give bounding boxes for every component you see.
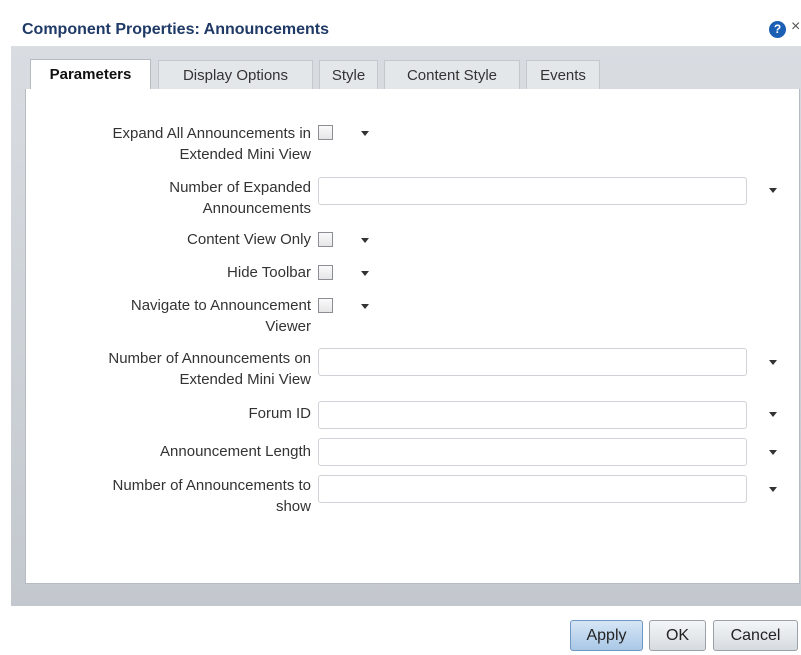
param-label-announcement-length: Announcement Length (160, 443, 311, 460)
param-label-number-expanded: Number of Expanded Announcements (169, 179, 311, 217)
number-on-mini-view-input[interactable] (318, 348, 747, 376)
param-label-navigate-viewer: Navigate to Announcement Viewer (130, 297, 311, 335)
apply-button[interactable]: Apply (570, 620, 643, 651)
help-icon[interactable]: ? (769, 21, 786, 38)
param-label-expand-all: Expand All Announcements in Extended Min… (112, 125, 311, 163)
number-to-show-input[interactable] (318, 475, 747, 503)
chevron-down-icon[interactable] (769, 412, 777, 417)
dialog-title: Component Properties: Announcements (22, 21, 329, 38)
cancel-button[interactable]: Cancel (713, 620, 798, 651)
param-label-content-view-only: Content View Only (187, 231, 311, 248)
content-view-only-checkbox[interactable] (318, 232, 333, 247)
announcement-length-input[interactable] (318, 438, 747, 466)
number-expanded-input[interactable] (318, 177, 747, 205)
tab-style[interactable]: Style (319, 60, 378, 90)
param-label-number-on-mini-view: Number of Announcements on Extended Mini… (108, 350, 311, 388)
param-label-forum-id: Forum ID (248, 405, 311, 422)
chevron-down-icon[interactable] (361, 238, 369, 243)
chevron-down-icon[interactable] (769, 487, 777, 492)
chevron-down-icon[interactable] (361, 131, 369, 136)
expand-all-checkbox[interactable] (318, 125, 333, 140)
tab-display-options[interactable]: Display Options (158, 60, 313, 90)
hide-toolbar-checkbox[interactable] (318, 265, 333, 280)
chevron-down-icon[interactable] (769, 360, 777, 365)
close-icon[interactable]: × (791, 18, 800, 36)
param-label-number-to-show: Number of Announcements to show (112, 477, 311, 515)
chevron-down-icon[interactable] (361, 271, 369, 276)
forum-id-input[interactable] (318, 401, 747, 429)
tab-events[interactable]: Events (526, 60, 600, 90)
tab-content-style[interactable]: Content Style (384, 60, 520, 90)
chevron-down-icon[interactable] (769, 450, 777, 455)
chevron-down-icon[interactable] (361, 304, 369, 309)
navigate-viewer-checkbox[interactable] (318, 298, 333, 313)
ok-button[interactable]: OK (649, 620, 706, 651)
chevron-down-icon[interactable] (769, 188, 777, 193)
param-label-hide-toolbar: Hide Toolbar (227, 264, 311, 281)
dialog-titlebar: Component Properties: Announcements ? × (0, 0, 801, 46)
tab-parameters[interactable]: Parameters (30, 59, 151, 90)
